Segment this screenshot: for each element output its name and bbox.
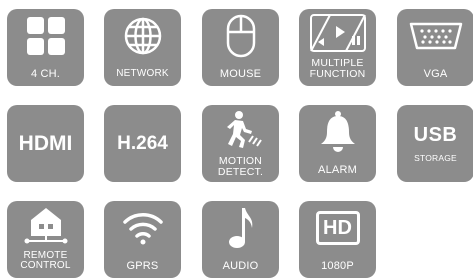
tile-label: 4 CH. [30,67,61,80]
playback-icon [299,9,376,57]
tile-label: MOTION DETECT. [217,154,264,178]
tile-label: 1080P [321,259,354,272]
tile-label: REMOTE CONTROL [20,249,71,271]
tile-gprs: GPRS [104,201,181,278]
bell-icon [299,105,376,159]
tile-motion-detect: MOTION DETECT. [202,105,279,182]
quad-grid-icon [7,9,84,63]
tile-4ch: 4 CH. [7,9,84,86]
tile-label: GPRS [126,259,159,272]
hd-title: HD [323,217,352,239]
running-person-icon [202,105,279,155]
tile-usb-storage: USB STORAGE [397,105,473,182]
tile-label: MOUSE [219,67,262,80]
home-network-icon [7,201,84,249]
tile-audio: AUDIO [202,201,279,278]
feature-icon-grid: 4 CH. NETWORK MOUSE MULTIPLE FUNCTION VG… [0,0,473,278]
tile-label: ALARM [318,163,357,176]
wifi-icon [104,201,181,255]
usb-storage-label: USB STORAGE [397,105,473,182]
hdmi-label: HDMI [18,131,73,155]
tile-hdmi: HDMI [7,105,84,182]
mouse-icon [202,9,279,63]
globe-icon [104,9,181,63]
tile-vga: VGA [397,9,473,86]
music-note-icon [202,201,279,255]
vga-port-icon [397,9,473,63]
tile-network: NETWORK [104,9,181,86]
usb-title: USB [413,123,458,146]
tile-h264: H.264 [104,105,181,182]
tile-label: VGA [423,67,448,80]
tile-label: NETWORK [116,68,169,79]
hd-badge-icon: HD [299,201,376,255]
tile-label: STORAGE [414,152,457,163]
tile-hd-1080p: HD 1080P [299,201,376,278]
tile-mouse: MOUSE [202,9,279,86]
tile-alarm: ALARM [299,105,376,182]
tile-remote-control: REMOTE CONTROL [7,201,84,278]
tile-multiple-function: MULTIPLE FUNCTION [299,9,376,86]
tile-label: MULTIPLE FUNCTION [309,56,366,80]
h264-label: H.264 [117,132,168,154]
tile-label: AUDIO [222,259,259,272]
